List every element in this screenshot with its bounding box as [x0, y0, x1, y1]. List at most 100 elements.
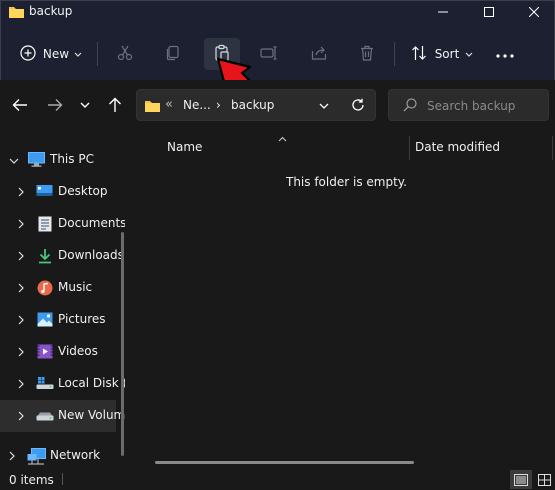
toolbar-divider: [394, 42, 395, 66]
sidebar-item-local-disk[interactable]: Local Disk (: [0, 368, 125, 400]
column-header-date-modified[interactable]: Date modified: [415, 140, 500, 154]
navigation-bar: « Ne... › backup: [0, 80, 555, 130]
navigation-pane: This PC Desktop Documents Downloads Musi…: [0, 130, 125, 468]
sidebar-item-label: New Volum: [58, 408, 125, 422]
copy-icon: [165, 45, 181, 64]
search-box[interactable]: [388, 89, 549, 121]
breadcrumb-segment[interactable]: Ne...: [183, 98, 211, 112]
chevron-right-icon[interactable]: [18, 282, 25, 296]
sidebar-item-desktop[interactable]: Desktop: [0, 176, 116, 208]
documents-icon: [38, 216, 52, 235]
share-icon: [311, 45, 327, 64]
search-icon: [403, 98, 417, 115]
sidebar-item-label: Videos: [58, 344, 98, 358]
chevron-right-icon[interactable]: [18, 218, 25, 232]
share-button[interactable]: [303, 38, 335, 70]
toolbar-divider: [97, 42, 98, 66]
back-button[interactable]: [9, 94, 31, 116]
breadcrumb-segment[interactable]: backup: [231, 98, 274, 112]
sort-ascending-icon: [278, 131, 287, 145]
close-button[interactable]: [512, 1, 555, 23]
sidebar-item-label: Pictures: [58, 312, 106, 326]
sidebar-item-label: Local Disk (: [58, 376, 125, 390]
chevron-down-icon[interactable]: [319, 99, 329, 113]
cut-button[interactable]: [109, 38, 141, 70]
sidebar-item-new-volume[interactable]: New Volum: [0, 400, 125, 432]
folder-icon: [144, 98, 161, 116]
sidebar-item-music[interactable]: Music: [0, 272, 116, 304]
sidebar-item-label: Network: [50, 448, 101, 462]
search-input[interactable]: [427, 97, 545, 115]
maximize-button[interactable]: [467, 1, 511, 23]
sidebar-item-network[interactable]: Network: [0, 440, 116, 468]
delete-button[interactable]: [351, 38, 383, 70]
empty-folder-message: This folder is empty.: [286, 175, 407, 189]
command-bar: New Sort: [0, 24, 555, 80]
delete-icon: [359, 45, 375, 64]
details-view-icon: [514, 473, 528, 486]
new-button[interactable]: New: [13, 38, 89, 70]
pictures-icon: [37, 312, 53, 330]
horizontal-scrollbar[interactable]: [155, 461, 414, 464]
minimize-button[interactable]: [421, 1, 465, 23]
tiles-view-icon: [537, 473, 551, 486]
more-options-button[interactable]: [489, 38, 521, 70]
sidebar-item-label: Music: [58, 280, 93, 294]
status-divider: [62, 473, 63, 485]
tiles-view-button[interactable]: [535, 470, 553, 489]
chevron-right-icon[interactable]: [18, 378, 25, 392]
chevron-right-icon[interactable]: [18, 346, 25, 360]
recent-locations-button[interactable]: [74, 94, 96, 116]
address-bar[interactable]: « Ne... › backup: [136, 89, 376, 121]
sidebar-scrollbar[interactable]: [121, 232, 124, 456]
sort-button[interactable]: Sort: [403, 38, 481, 70]
status-bar: 0 items: [0, 468, 555, 490]
music-icon: [37, 280, 53, 299]
sidebar-item-label: This PC: [50, 152, 94, 166]
more-icon: [496, 47, 514, 61]
sidebar-item-label: Documents: [58, 216, 125, 230]
up-button[interactable]: [104, 94, 126, 116]
chevron-down-icon[interactable]: [9, 154, 19, 168]
chevron-right-icon[interactable]: [18, 250, 25, 264]
chevron-right-icon[interactable]: [9, 450, 16, 464]
sidebar-item-label: Downloads: [58, 248, 124, 262]
sort-label: Sort: [434, 47, 460, 61]
title-bar: backup: [0, 0, 555, 24]
forward-button[interactable]: [44, 94, 66, 116]
this-pc-icon: [28, 152, 45, 170]
sort-icon: [411, 45, 427, 64]
item-count: 0 items: [9, 473, 54, 487]
chevron-right-icon[interactable]: [18, 410, 25, 424]
drive-icon: [36, 411, 54, 425]
new-icon: [20, 44, 36, 64]
new-label: New: [42, 47, 70, 61]
copy-button[interactable]: [157, 38, 189, 70]
chevron-right-icon[interactable]: [18, 186, 25, 200]
sidebar-item-label: Desktop: [58, 184, 108, 198]
desktop-icon: [36, 184, 53, 201]
column-divider[interactable]: [552, 136, 553, 160]
sidebar-item-downloads[interactable]: Downloads: [0, 240, 124, 272]
sidebar-item-videos[interactable]: Videos: [0, 336, 116, 368]
refresh-icon[interactable]: [351, 98, 365, 115]
cut-icon: [117, 45, 133, 64]
network-icon: [27, 448, 46, 468]
chevron-down-icon: [74, 47, 82, 61]
column-divider[interactable]: [409, 136, 410, 160]
local-disk-icon: [36, 376, 54, 393]
sidebar-item-documents[interactable]: Documents: [0, 208, 125, 240]
details-view-button[interactable]: [510, 470, 532, 489]
window-title: backup: [29, 4, 73, 18]
address-overflow[interactable]: «: [165, 97, 173, 112]
videos-icon: [37, 344, 53, 362]
file-list: Name Date modified This folder is empty.: [136, 130, 555, 468]
folder-icon: [8, 4, 25, 22]
downloads-icon: [37, 248, 53, 267]
chevron-down-icon: [465, 47, 473, 61]
sidebar-item-pictures[interactable]: Pictures: [0, 304, 116, 336]
sidebar-item-this-pc[interactable]: This PC: [0, 144, 116, 176]
breadcrumb-separator[interactable]: ›: [216, 98, 221, 112]
chevron-right-icon[interactable]: [18, 314, 25, 328]
column-header-name[interactable]: Name: [167, 140, 202, 154]
